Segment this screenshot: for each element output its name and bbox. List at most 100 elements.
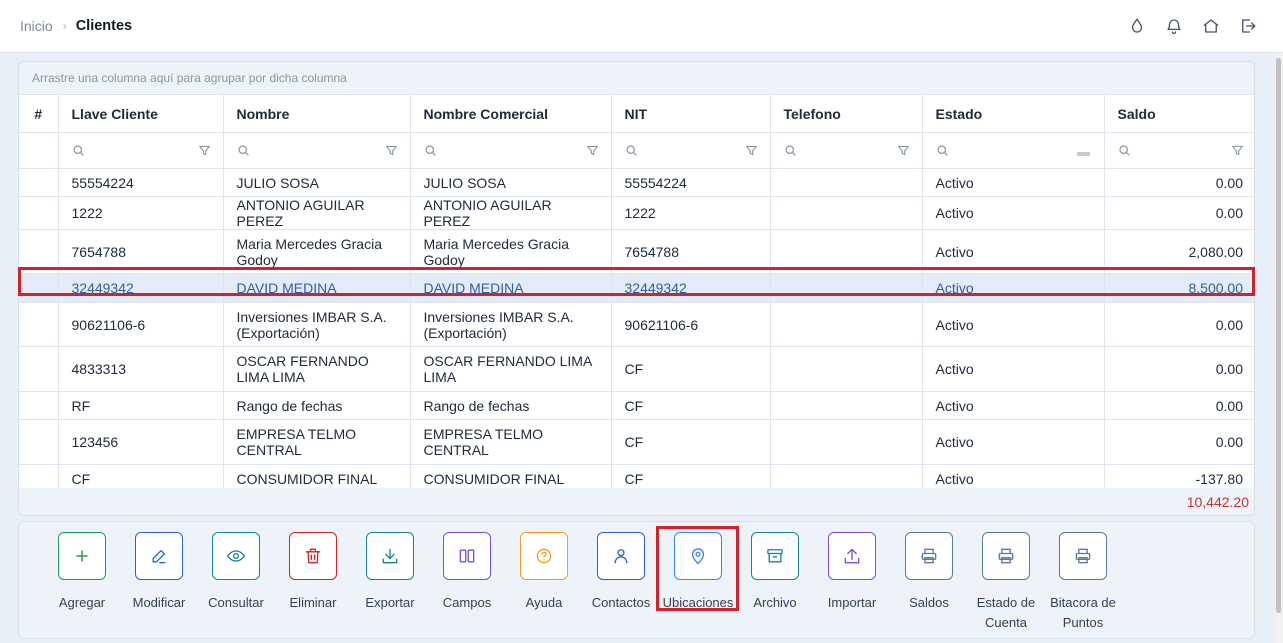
col-header-nit[interactable]: NIT	[611, 94, 771, 133]
breadcrumb: Inicio › Clientes	[20, 18, 132, 34]
consultar-button[interactable]: Consultar	[196, 532, 276, 613]
filter-cell-estado[interactable]	[922, 132, 1105, 169]
filter-cell-llave[interactable]	[58, 132, 224, 169]
contactos-button[interactable]: Contactos	[581, 532, 661, 613]
eliminar-button[interactable]: Eliminar	[273, 532, 353, 613]
modificar-button-box[interactable]	[135, 532, 183, 580]
search-icon	[625, 145, 637, 156]
filter-cell-comercial[interactable]	[410, 132, 612, 169]
col-header-nombre[interactable]: Nombre	[223, 94, 411, 133]
cell-saldo: 2,080.00	[1104, 229, 1254, 274]
filter-row	[19, 132, 1254, 169]
bitacora-de-puntos-label: Bitacora de Puntos	[1050, 595, 1116, 630]
estado-de-cuenta-label: Estado de Cuenta	[976, 595, 1036, 630]
exportar-button[interactable]: Exportar	[350, 532, 430, 613]
filter-icon[interactable]	[385, 144, 398, 157]
table-row[interactable]: 7654788 Maria Mercedes Gracia Godoy Mari…	[19, 229, 1254, 274]
drop-icon[interactable]	[1128, 17, 1146, 35]
bitacora-de-puntos-button-box[interactable]	[1059, 532, 1107, 580]
col-header-llave-cliente[interactable]: Llave Cliente	[58, 94, 224, 133]
estado-de-cuenta-button[interactable]: Estado de Cuenta	[966, 532, 1046, 633]
action-toolbar: Agregar Modificar Consultar Eliminar Exp…	[18, 521, 1255, 639]
cell-comercial: JULIO SOSA	[410, 168, 612, 197]
home-icon[interactable]	[1202, 17, 1220, 35]
ayuda-label: Ayuda	[525, 595, 563, 610]
bell-icon[interactable]	[1165, 17, 1183, 35]
clients-table: # Llave Cliente Nombre Nombre Comercial …	[19, 94, 1254, 493]
map-pin-icon	[691, 548, 705, 565]
cell-estado: Activo	[922, 391, 1105, 420]
table-row-selected[interactable]: 32449342 DAVID MEDINA DAVID MEDINA 32449…	[19, 273, 1254, 303]
eliminar-button-box[interactable]	[289, 532, 337, 580]
col-header-number[interactable]: #	[19, 94, 59, 133]
table-row[interactable]: 123456 EMPRESA TELMO CENTRAL EMPRESA TEL…	[19, 419, 1254, 465]
dropdown-handle-icon[interactable]	[1076, 152, 1090, 156]
search-icon	[72, 145, 84, 156]
agregar-button-box[interactable]	[58, 532, 106, 580]
filter-icon[interactable]	[897, 144, 910, 157]
logout-icon[interactable]	[1239, 17, 1257, 35]
cell-llave: 32449342	[58, 273, 224, 303]
filter-cell-nombre[interactable]	[223, 132, 411, 169]
ayuda-button-box[interactable]	[520, 532, 568, 580]
breadcrumb-separator: ›	[62, 19, 67, 33]
search-icon	[424, 145, 436, 156]
filter-icon[interactable]	[198, 144, 211, 157]
cell-estado: Activo	[922, 168, 1105, 197]
archive-icon	[767, 549, 783, 563]
table-row[interactable]: 90621106-6 Inversiones IMBAR S.A. (Expor…	[19, 302, 1254, 347]
cell-llave: 55554224	[58, 168, 224, 197]
ayuda-button[interactable]: Ayuda	[504, 532, 584, 613]
cell-estado: Activo	[922, 229, 1105, 274]
exportar-button-box[interactable]	[366, 532, 414, 580]
campos-button-box[interactable]	[443, 532, 491, 580]
table-row[interactable]: 55554224 JULIO SOSA JULIO SOSA 55554224 …	[19, 168, 1254, 197]
modificar-button[interactable]: Modificar	[119, 532, 199, 613]
ubicaciones-button[interactable]: Ubicaciones	[658, 532, 738, 613]
cell-nombre: JULIO SOSA	[223, 168, 411, 197]
col-header-nombre-comercial[interactable]: Nombre Comercial	[410, 94, 612, 133]
cell-saldo: 0.00	[1104, 346, 1254, 392]
page-scrollbar-thumb[interactable]	[1276, 58, 1281, 613]
filter-icon[interactable]	[586, 144, 599, 157]
eliminar-label: Eliminar	[289, 595, 337, 610]
saldos-button[interactable]: Saldos	[889, 532, 969, 613]
cell-nit: CF	[611, 419, 771, 465]
top-bar: Inicio › Clientes	[0, 0, 1283, 53]
contactos-button-box[interactable]	[597, 532, 645, 580]
cell-comercial: Maria Mercedes Gracia Godoy	[410, 229, 612, 274]
cell-llave: 123456	[58, 419, 224, 465]
saldos-button-box[interactable]	[905, 532, 953, 580]
filter-cell-telefono[interactable]	[770, 132, 923, 169]
archivo-button[interactable]: Archivo	[735, 532, 815, 613]
ubicaciones-button-box[interactable]	[674, 532, 722, 580]
filter-icon[interactable]	[745, 144, 758, 157]
filter-icon[interactable]	[1231, 144, 1244, 157]
agregar-button[interactable]: Agregar	[42, 532, 122, 613]
col-header-saldo[interactable]: Saldo	[1104, 94, 1254, 133]
importar-button[interactable]: Importar	[812, 532, 892, 613]
importar-button-box[interactable]	[828, 532, 876, 580]
estado-de-cuenta-button-box[interactable]	[982, 532, 1030, 580]
col-header-estado[interactable]: Estado	[922, 94, 1105, 133]
consultar-label: Consultar	[208, 595, 264, 610]
archivo-button-box[interactable]	[751, 532, 799, 580]
cell-comercial: ANTONIO AGUILAR PEREZ	[410, 196, 612, 230]
user-icon	[614, 549, 628, 564]
campos-button[interactable]: Campos	[427, 532, 507, 613]
row-number-cell	[19, 391, 59, 420]
table-row[interactable]: 4833313 OSCAR FERNANDO LIMA LIMA OSCAR F…	[19, 346, 1254, 392]
group-drop-zone[interactable]: Arrastre una columna aquí para agrupar p…	[32, 71, 347, 85]
cell-nit: 1222	[611, 196, 771, 230]
col-header-telefono[interactable]: Telefono	[770, 94, 923, 133]
filter-cell-nit[interactable]	[611, 132, 771, 169]
upload-icon	[844, 548, 860, 564]
consultar-button-box[interactable]	[212, 532, 260, 580]
breadcrumb-home-link[interactable]: Inicio	[20, 18, 53, 34]
eye-icon	[227, 550, 245, 562]
filter-cell-saldo[interactable]	[1104, 132, 1254, 169]
cell-comercial: EMPRESA TELMO CENTRAL	[410, 419, 612, 465]
table-row[interactable]: RF Rango de fechas Rango de fechas CF Ac…	[19, 391, 1254, 420]
bitacora-de-puntos-button[interactable]: Bitacora de Puntos	[1043, 532, 1123, 633]
table-row[interactable]: 1222 ANTONIO AGUILAR PEREZ ANTONIO AGUIL…	[19, 196, 1254, 230]
